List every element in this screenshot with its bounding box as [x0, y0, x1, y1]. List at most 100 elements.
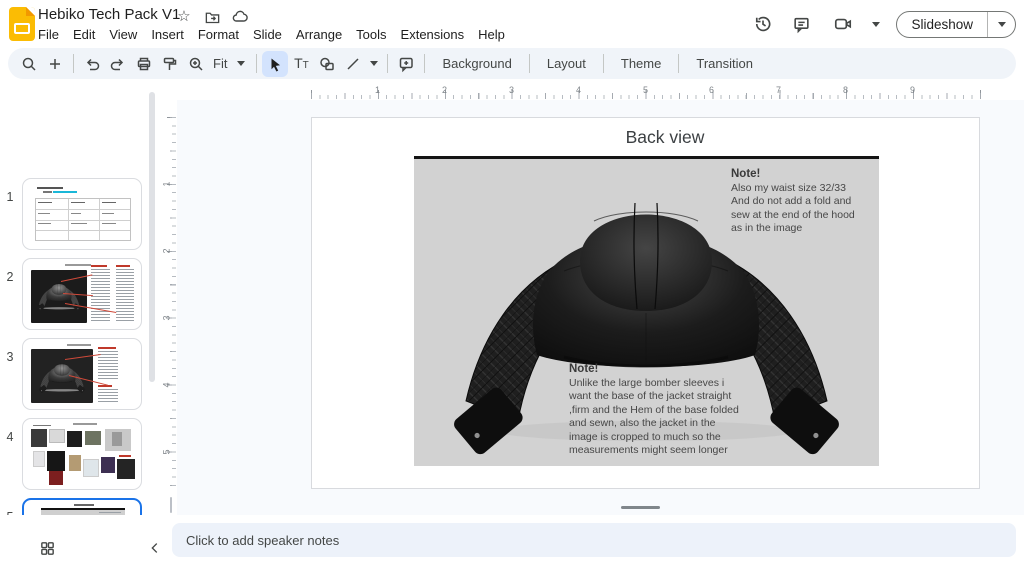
- slideshow-divider: [987, 11, 988, 38]
- layout-button[interactable]: Layout: [535, 56, 598, 71]
- note-heading: Note!: [731, 168, 876, 182]
- video-camera-icon: [833, 14, 853, 34]
- ruler-mark: 5: [643, 85, 648, 95]
- slide-title-textbox[interactable]: Back view: [365, 127, 965, 148]
- background-button[interactable]: Background: [430, 56, 523, 71]
- horizontal-ruler: 1 2 3 4 5 6 7 8 9: [163, 82, 1024, 100]
- note-line: want the base of the jacket straight: [569, 390, 754, 404]
- note-line: as in the image: [731, 222, 876, 236]
- cloud-status-icon[interactable]: [231, 8, 249, 26]
- printer-icon: [135, 55, 153, 73]
- redo-button[interactable]: [105, 51, 131, 77]
- collapse-filmstrip-button[interactable]: [144, 537, 166, 559]
- horizontal-ruler-ticks: [311, 95, 981, 99]
- zoom-value: Fit: [213, 56, 227, 71]
- grid-view-button[interactable]: [36, 537, 58, 559]
- slide-thumbnail-4[interactable]: [22, 418, 142, 490]
- note-line: measurements might seem longer: [569, 444, 754, 458]
- note-heading: Note!: [569, 363, 754, 377]
- zoom-in-icon: [187, 55, 205, 73]
- comment-icon: [792, 15, 811, 34]
- search-menus-button[interactable]: [16, 51, 42, 77]
- slide-thumbnail-1[interactable]: [22, 178, 142, 250]
- menu-extensions[interactable]: Extensions: [394, 25, 472, 44]
- note-line: sew at the end of the hood: [731, 209, 876, 223]
- slide-canvas[interactable]: Back view Note! Also my waist size 32/33…: [177, 100, 1024, 515]
- menu-tools[interactable]: Tools: [349, 25, 393, 44]
- ruler-mark: 2: [442, 85, 447, 95]
- menu-slide[interactable]: Slide: [246, 25, 289, 44]
- filmstrip-scrollbar[interactable]: [149, 92, 155, 382]
- menu-view[interactable]: View: [102, 25, 144, 44]
- vertical-ruler: 1 2 3 4 5: [163, 100, 177, 515]
- menu-file[interactable]: File: [31, 25, 66, 44]
- menu-format[interactable]: Format: [191, 25, 246, 44]
- toolbar-divider: [603, 54, 604, 73]
- insert-comment-button[interactable]: [393, 51, 419, 77]
- zoom-caret: [237, 61, 245, 66]
- slideshow-button[interactable]: Slideshow: [896, 11, 1016, 38]
- zoom-button[interactable]: [183, 51, 209, 77]
- menu-insert[interactable]: Insert: [144, 25, 191, 44]
- thumbnail-number-1: 1: [0, 190, 20, 204]
- meet-button[interactable]: [826, 11, 860, 37]
- comments-button[interactable]: [788, 11, 814, 37]
- thumbnail-number-4: 4: [0, 430, 20, 444]
- line-tool-button[interactable]: [340, 51, 366, 77]
- slide-thumbnail-5[interactable]: [22, 498, 142, 515]
- ruler-mark: 9: [910, 85, 915, 95]
- print-button[interactable]: [131, 51, 157, 77]
- ruler-mark: 5: [162, 449, 172, 454]
- toolbar-divider: [387, 54, 388, 73]
- slide-thumbnail-2[interactable]: [22, 258, 142, 330]
- ruler-mark: 6: [709, 85, 714, 95]
- note-textbox-bottom[interactable]: Note! Unlike the large bomber sleeves i …: [569, 363, 754, 458]
- notes-resize-handle[interactable]: [621, 506, 660, 509]
- speaker-notes-panel[interactable]: Click to add speaker notes: [172, 523, 1016, 557]
- new-slide-button[interactable]: [42, 51, 68, 77]
- menu-help[interactable]: Help: [471, 25, 512, 44]
- toolbar-divider: [256, 54, 257, 73]
- note-textbox-top[interactable]: Note! Also my waist size 32/33 And do no…: [731, 168, 876, 236]
- line-tool-caret[interactable]: [370, 61, 378, 66]
- ruler-mark: 4: [576, 85, 581, 95]
- zoom-select[interactable]: Fit: [209, 56, 251, 71]
- menu-edit[interactable]: Edit: [66, 25, 102, 44]
- document-title[interactable]: Hebiko Tech Pack V1: [38, 6, 180, 23]
- toolbar-divider: [424, 54, 425, 73]
- note-line: Unlike the large bomber sleeves i: [569, 377, 754, 391]
- text-tool-icon: TT: [294, 55, 309, 73]
- menu-arrange[interactable]: Arrange: [289, 25, 349, 44]
- jacket-image[interactable]: Note! Also my waist size 32/33 And do no…: [414, 156, 879, 466]
- ruler-mark: 3: [509, 85, 514, 95]
- slideshow-caret-icon: [998, 22, 1006, 27]
- shapes-tool-button[interactable]: [314, 51, 340, 77]
- star-icon[interactable]: ☆: [175, 8, 193, 26]
- cursor-icon: [266, 55, 284, 73]
- ruler-mark: 8: [843, 85, 848, 95]
- version-history-button[interactable]: [750, 11, 776, 37]
- theme-button[interactable]: Theme: [609, 56, 673, 71]
- note-line: Also my waist size 32/33: [731, 182, 876, 196]
- toolbar-divider: [529, 54, 530, 73]
- paint-roller-icon: [161, 55, 179, 73]
- speaker-notes-placeholder: Click to add speaker notes: [186, 533, 339, 548]
- ruler-mark: 3: [162, 315, 172, 320]
- logo-fold: [26, 7, 35, 16]
- undo-button[interactable]: [79, 51, 105, 77]
- slideshow-dropdown[interactable]: [988, 22, 1015, 27]
- paint-format-button[interactable]: [157, 51, 183, 77]
- undo-icon: [83, 55, 101, 73]
- slide-page[interactable]: Back view Note! Also my waist size 32/33…: [311, 117, 980, 489]
- transition-button[interactable]: Transition: [684, 56, 765, 71]
- ruler-mark: 7: [776, 85, 781, 95]
- logo-slide-glyph: [14, 23, 30, 34]
- note-line: and sewn, also the jacket in the: [569, 417, 754, 431]
- meet-dropdown-caret[interactable]: [872, 22, 880, 27]
- slide-thumbnail-3[interactable]: [22, 338, 142, 410]
- select-tool-button[interactable]: [262, 51, 288, 77]
- move-to-folder-icon[interactable]: [203, 8, 221, 26]
- filmstrip: 1 2: [0, 80, 163, 515]
- plus-icon: [46, 55, 64, 73]
- text-box-tool-button[interactable]: TT: [288, 51, 314, 77]
